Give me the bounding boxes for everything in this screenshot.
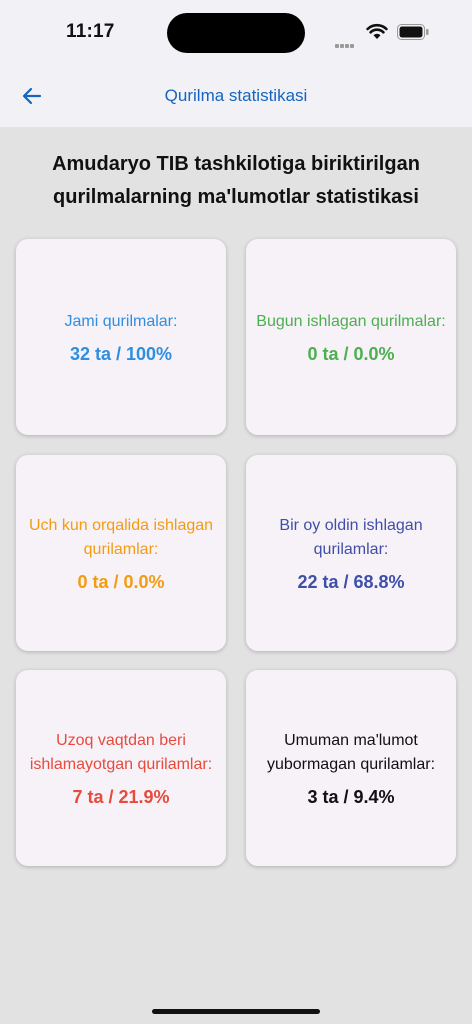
battery-icon bbox=[397, 24, 429, 40]
stat-card-value: 32 ta / 100% bbox=[69, 343, 173, 364]
status-bar: 11:17 bbox=[0, 0, 472, 64]
stat-card-today[interactable]: Bugun ishlagan qurilmalar: 0 ta / 0.0% bbox=[246, 239, 456, 435]
stat-card-label: Jami qurilmalar: bbox=[64, 312, 178, 330]
dynamic-island bbox=[167, 13, 305, 53]
stat-card-month[interactable]: Bir oy oldin ishlagan qurilamlar: 22 ta … bbox=[246, 455, 456, 651]
stat-card-value: 0 ta / 0.0% bbox=[307, 343, 395, 364]
home-indicator[interactable] bbox=[152, 1009, 320, 1014]
app-bar: Qurilma statistikasi bbox=[0, 64, 472, 127]
stat-card-value: 0 ta / 0.0% bbox=[77, 571, 165, 592]
stat-card-never-sent[interactable]: Umuman ma'lumot yubormagan qurilamlar: 3… bbox=[246, 670, 456, 866]
stat-card-three-days[interactable]: Uch kun orqalida ishlagan qurilamlar: 0 … bbox=[16, 455, 226, 651]
stat-card-label: Bir oy oldin ishlagan qurilamlar: bbox=[279, 516, 423, 558]
stat-card-long-inactive[interactable]: Uzoq vaqtdan beri ishlamayotgan qurilaml… bbox=[16, 670, 226, 866]
stat-card-total[interactable]: Jami qurilmalar: 32 ta / 100% bbox=[16, 239, 226, 435]
stat-card-value: 3 ta / 9.4% bbox=[307, 786, 395, 807]
stat-card-value: 7 ta / 21.9% bbox=[72, 786, 170, 807]
page-heading: Amudaryo TIB tashkilotiga biriktirilgan … bbox=[52, 153, 420, 208]
wifi-icon bbox=[366, 23, 388, 39]
cellular-signal-icon bbox=[335, 35, 355, 53]
stat-card-label: Uzoq vaqtdan beri ishlamayotgan qurilaml… bbox=[29, 731, 213, 773]
app-bar-title: Qurilma statistikasi bbox=[164, 86, 308, 105]
stat-card-label: Uch kun orqalida ishlagan qurilamlar: bbox=[28, 516, 214, 558]
stat-card-label: Bugun ishlagan qurilmalar: bbox=[256, 312, 446, 330]
stat-card-value: 22 ta / 68.8% bbox=[297, 571, 405, 592]
status-time: 11:17 bbox=[66, 21, 115, 42]
stat-card-label: Umuman ma'lumot yubormagan qurilamlar: bbox=[266, 731, 436, 773]
